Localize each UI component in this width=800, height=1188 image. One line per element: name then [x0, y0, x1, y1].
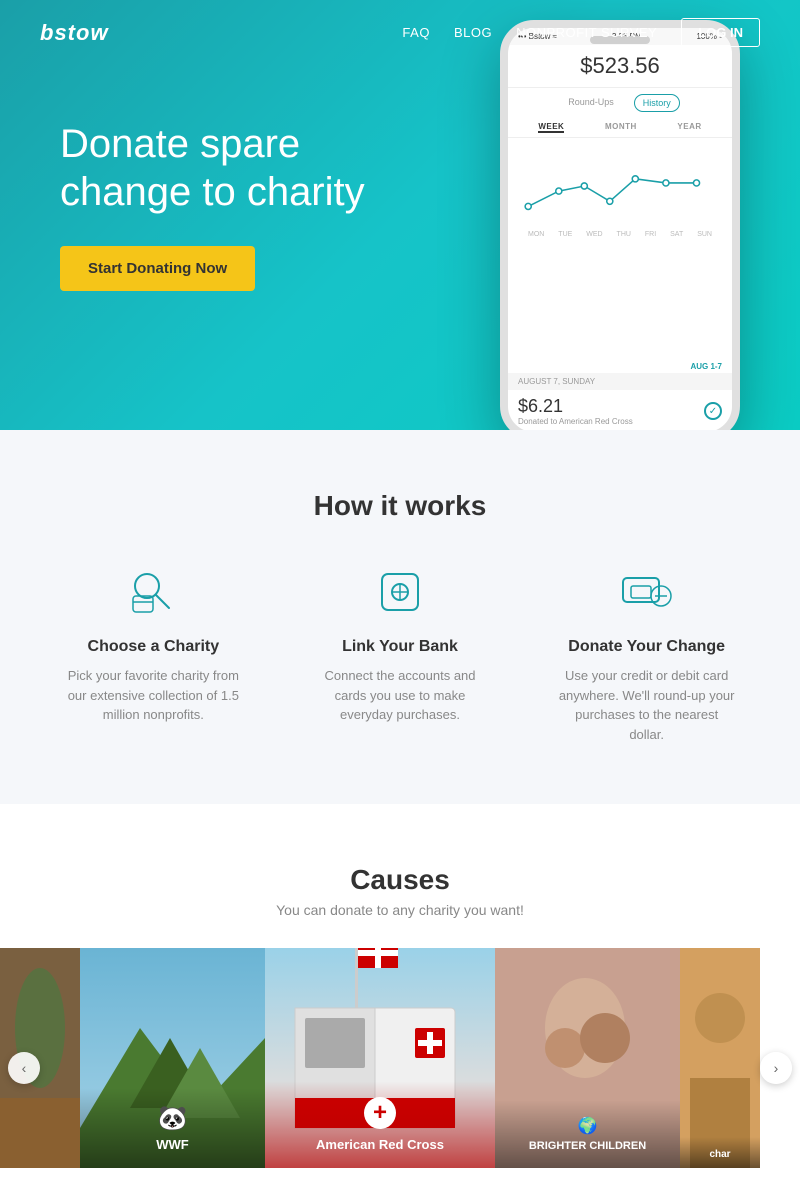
- day-thu: THU: [617, 231, 631, 238]
- brighter-name: BRIGHTER CHILDREN: [529, 1140, 646, 1152]
- phone-outer: ••• Bstow ≈ 2:23 PM 100% ▪ $523.56 Round…: [500, 20, 740, 430]
- step-donate-change-desc: Use your credit or debit card anywhere. …: [557, 666, 737, 744]
- nav-links: FAQ BLOG NONPROFIT SURVEY LOG IN: [402, 18, 760, 47]
- steps-container: Choose a Charity Pick your favorite char…: [40, 562, 760, 744]
- step-link-bank-title: Link Your Bank: [342, 638, 458, 656]
- period-year[interactable]: YEAR: [677, 122, 701, 133]
- bank-icon-svg: [372, 564, 428, 620]
- step-choose-charity: Choose a Charity Pick your favorite char…: [40, 562, 267, 725]
- transaction-amount: $6.21: [518, 396, 633, 417]
- charity-overlay: char: [680, 1137, 760, 1168]
- nav-faq[interactable]: FAQ: [402, 25, 430, 40]
- phone-chart: MON TUE WED THU FRI SAT SUN: [508, 138, 732, 360]
- charity-icon-svg: [125, 564, 181, 620]
- start-donating-button[interactable]: Start Donating Now: [60, 246, 255, 291]
- how-it-works-section: How it works Choose a Charity Pick your …: [0, 430, 800, 804]
- transaction-donated: Donated to American Red Cross: [518, 417, 633, 426]
- choose-charity-icon: [123, 562, 183, 622]
- causes-track: 🐼 WWF: [0, 948, 800, 1188]
- cause-card-wwf[interactable]: 🐼 WWF: [80, 948, 265, 1188]
- wwf-name: WWF: [156, 1137, 188, 1152]
- day-tue: TUE: [558, 231, 572, 238]
- check-icon: ✓: [704, 402, 722, 420]
- brighter-overlay: 🌍 BRIGHTER CHILDREN: [495, 1100, 680, 1168]
- charity-illustration: [680, 948, 760, 1168]
- hero-title: Donate spare change to charity: [60, 120, 410, 216]
- period-month[interactable]: MONTH: [605, 122, 637, 133]
- carousel-next-button[interactable]: ›: [760, 1052, 792, 1084]
- phone-transaction: $6.21 Donated to American Red Cross ✓: [508, 390, 732, 430]
- link-bank-icon: [370, 562, 430, 622]
- step-link-bank-desc: Connect the accounts and cards you use t…: [310, 666, 490, 725]
- charity-name: char: [709, 1149, 730, 1160]
- phone-screen: ••• Bstow ≈ 2:23 PM 100% ▪ $523.56 Round…: [508, 28, 732, 430]
- step-donate-change-title: Donate Your Change: [568, 638, 725, 656]
- step-donate-change: Donate Your Change Use your credit or de…: [533, 562, 760, 744]
- day-fri: FRI: [645, 231, 656, 238]
- cause-card-charity[interactable]: char: [680, 948, 760, 1188]
- card-icon-svg: [619, 564, 675, 620]
- step-choose-charity-desc: Pick your favorite charity from our exte…: [63, 666, 243, 725]
- tab-history[interactable]: History: [634, 94, 680, 112]
- phone-period-tabs: WEEK MONTH YEAR: [508, 118, 732, 138]
- causes-subtitle: You can donate to any charity you want!: [0, 902, 800, 918]
- day-sat: SAT: [670, 231, 683, 238]
- causes-carousel: ‹: [0, 948, 800, 1188]
- cause-card-brighter[interactable]: 🌍 BRIGHTER CHILDREN: [495, 948, 680, 1188]
- chart-labels: MON TUE WED THU FRI SAT SUN: [518, 231, 722, 238]
- transaction-info: $6.21 Donated to American Red Cross: [518, 396, 633, 426]
- tab-roundups[interactable]: Round-Ups: [560, 94, 622, 112]
- day-wed: WED: [586, 231, 602, 238]
- redcross-overlay: + American Red Cross: [265, 1081, 495, 1168]
- chart-svg: [518, 146, 722, 226]
- carousel-prev-button[interactable]: ‹: [8, 1052, 40, 1084]
- donate-change-icon: [617, 562, 677, 622]
- causes-title: Causes: [0, 864, 800, 896]
- login-button[interactable]: LOG IN: [681, 18, 760, 47]
- logo: bstow: [40, 20, 109, 46]
- cause-card-redcross[interactable]: + American Red Cross: [265, 948, 495, 1168]
- period-week[interactable]: WEEK: [538, 122, 564, 133]
- navbar: bstow FAQ BLOG NONPROFIT SURVEY LOG IN: [0, 0, 800, 65]
- causes-section: Causes You can donate to any charity you…: [0, 804, 800, 1188]
- phone-date-label: AUG 1-7: [508, 360, 732, 373]
- nav-survey[interactable]: NONPROFIT SURVEY: [516, 25, 657, 40]
- phone-mockup: ••• Bstow ≈ 2:23 PM 100% ▪ $523.56 Round…: [500, 20, 740, 430]
- how-it-works-title: How it works: [40, 490, 760, 522]
- nav-blog[interactable]: BLOG: [454, 25, 492, 40]
- phone-tabs: Round-Ups History: [508, 88, 732, 118]
- day-sun: SUN: [697, 231, 712, 238]
- phone-date-sub: AUGUST 7, SUNDAY: [508, 373, 732, 390]
- wwf-overlay: 🐼 WWF: [80, 1088, 265, 1168]
- step-choose-charity-title: Choose a Charity: [88, 638, 220, 656]
- redcross-name: American Red Cross: [316, 1137, 444, 1152]
- step-link-bank: Link Your Bank Connect the accounts and …: [287, 562, 514, 725]
- day-mon: MON: [528, 231, 544, 238]
